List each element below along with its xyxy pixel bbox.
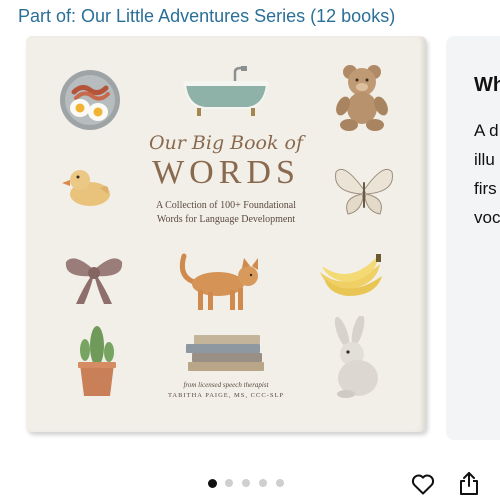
- carousel-dot-active[interactable]: [208, 478, 217, 488]
- bananas-illustration: [320, 254, 382, 296]
- carousel-dot[interactable]: [259, 479, 267, 487]
- book-author: TABITHA PAIGE, MS, CCC-SLP: [167, 392, 285, 399]
- teddy-bear-illustration: [336, 65, 388, 131]
- series-link[interactable]: Part of: Our Little Adventures Series (1…: [18, 6, 395, 27]
- description-line: illu: [474, 150, 495, 169]
- book-subtitle-line2: Words for Language Development: [156, 214, 296, 225]
- description-line: voc: [474, 208, 500, 227]
- carousel-dot[interactable]: [276, 479, 284, 487]
- description-text: A d illu firs voc: [474, 116, 500, 232]
- share-icon[interactable]: [458, 471, 480, 496]
- heart-icon[interactable]: [411, 473, 435, 495]
- book-stack-illustration: [186, 335, 264, 371]
- bathtub-illustration: [183, 66, 269, 116]
- carousel-dot[interactable]: [225, 479, 233, 487]
- book-title-line1: Our Big Book of: [148, 132, 304, 154]
- book-byline: from licensed speech therapist: [183, 381, 269, 389]
- book-subtitle: A Collection of 100+ Foundational Words …: [131, 199, 321, 227]
- book-cover-image[interactable]: Our Big Book of WORDS A Collection of 10…: [26, 36, 426, 432]
- carousel-dot[interactable]: [242, 479, 250, 487]
- description-heading: Wh: [474, 74, 500, 96]
- description-line: A d: [474, 121, 499, 140]
- book-title-main: WORDS: [152, 154, 300, 191]
- cat-illustration: [179, 253, 258, 310]
- book-subtitle-line1: A Collection of 100+ Foundational: [155, 200, 297, 211]
- description-line: firs: [474, 179, 497, 198]
- hair-bow-illustration: [65, 258, 123, 304]
- eggs-bacon-plate-illustration: [60, 70, 120, 130]
- description-card-peek[interactable]: Wh A d illu firs voc: [446, 36, 500, 440]
